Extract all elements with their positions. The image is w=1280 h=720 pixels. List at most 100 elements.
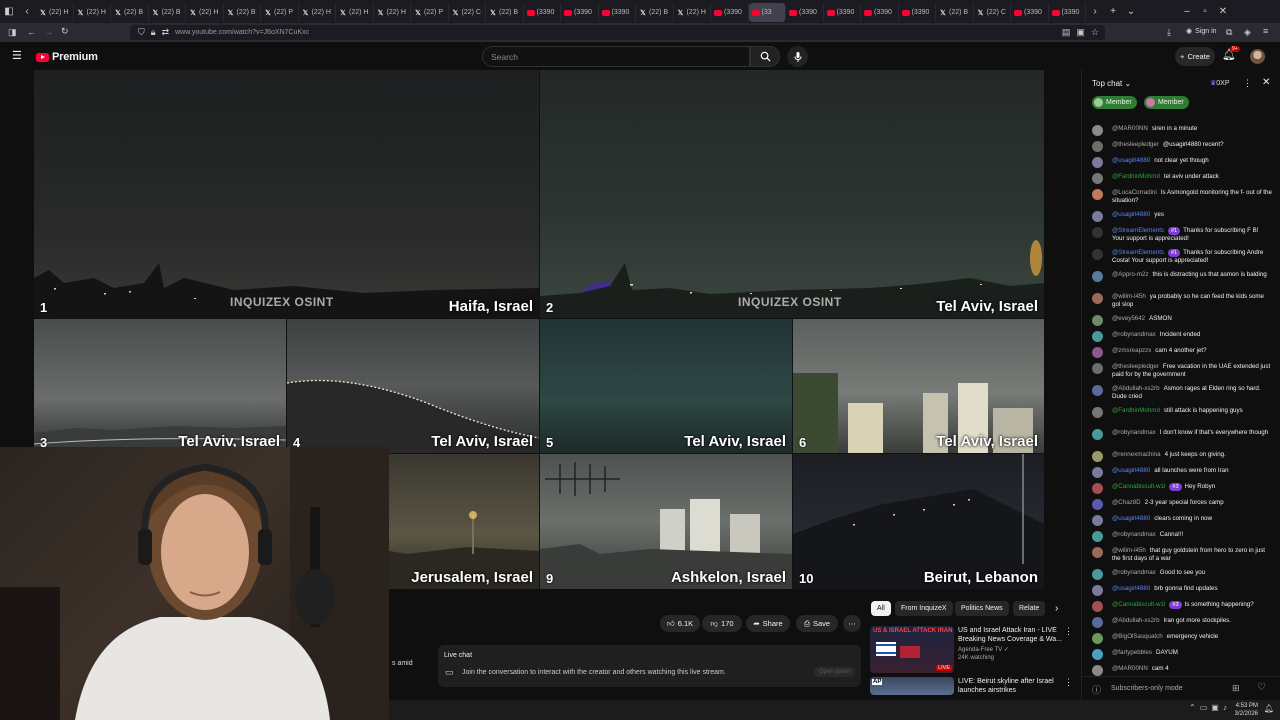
author-name[interactable]: @usagirl4880: [1112, 157, 1150, 164]
chip-politics-news[interactable]: Politics News: [955, 601, 1009, 616]
browser-tab[interactable]: (3390: [599, 3, 636, 22]
reload-icon[interactable]: ↻: [61, 26, 69, 37]
author-name[interactable]: @thesleepledger: [1112, 141, 1159, 148]
author-name[interactable]: @StreamElements: [1112, 227, 1164, 234]
minimize-icon[interactable]: –: [1178, 6, 1196, 17]
chat-message[interactable]: @thesleepledger Free vacation in the UAE …: [1092, 363, 1272, 379]
chat-message[interactable]: @Abdullah-xs2rb Asmon rages at Elden ring…: [1092, 385, 1272, 401]
author-avatar[interactable]: [1092, 347, 1103, 358]
author-name[interactable]: @Cannabiscult-w1l: [1112, 483, 1165, 490]
member-chip[interactable]: Member: [1144, 96, 1189, 109]
downloads-icon[interactable]: ⤓: [1167, 27, 1171, 38]
member-chip[interactable]: Member: [1092, 96, 1137, 109]
author-name[interactable]: @usagirl4880: [1112, 585, 1150, 592]
author-name[interactable]: @evey5642: [1112, 315, 1145, 322]
close-chat-icon[interactable]: ✕: [1262, 77, 1270, 88]
chat-message[interactable]: @rennexmachina 4 just keeps on giving.: [1092, 451, 1272, 462]
author-avatar[interactable]: [1092, 569, 1103, 580]
browser-tab[interactable]: 𝕏 (22) B: [111, 3, 149, 22]
author-avatar[interactable]: [1092, 499, 1103, 510]
author-name[interactable]: @BigOlSasquatch: [1112, 633, 1163, 640]
author-name[interactable]: @thesleepledger: [1112, 363, 1159, 370]
author-avatar[interactable]: [1092, 429, 1103, 440]
author-avatar[interactable]: [1092, 141, 1103, 152]
browser-tab[interactable]: 𝕏 (22) C: [449, 3, 486, 22]
search-button[interactable]: [750, 46, 780, 67]
shield-icon[interactable]: ⛉: [138, 27, 145, 38]
system-tray-icons[interactable]: ⌃▭▣♪: [1189, 703, 1231, 712]
author-name[interactable]: @MAR00NN: [1112, 665, 1148, 672]
chat-message[interactable]: @robynandmax Incident ended: [1092, 331, 1272, 342]
browser-tab[interactable]: 𝕏 (22) C: [974, 3, 1011, 22]
video-title[interactable]: LIVE: Beirut skyline after Israel launch…: [958, 677, 1066, 695]
youtube-logo[interactable]: Premium: [36, 51, 98, 63]
browser-tab[interactable]: (3390: [824, 3, 861, 22]
video-title[interactable]: US and Israel Attack Iran - LIVE Breakin…: [958, 626, 1066, 644]
author-name[interactable]: @rennexmachina: [1112, 451, 1161, 458]
clock[interactable]: 4:53 PM 3/2/2026: [1235, 702, 1258, 718]
chat-message[interactable]: @usagirl4880 brb gonna find updates: [1092, 585, 1272, 596]
browser-tab[interactable]: 𝕏 (22) B: [149, 3, 186, 22]
author-name[interactable]: @willm-l45h: [1112, 293, 1146, 300]
author-avatar[interactable]: [1092, 189, 1103, 200]
author-name[interactable]: @usagirl4880: [1112, 467, 1150, 474]
author-name[interactable]: @fartypebbles: [1112, 649, 1152, 656]
url-text[interactable]: www.youtube.com/watch?v=J6oXN7CuKxc: [175, 29, 309, 36]
info-icon[interactable]: ⓘ: [1092, 683, 1101, 696]
chat-message[interactable]: @usagirl4880 clears coming in now: [1092, 515, 1272, 526]
heart-icon[interactable]: ♡: [1257, 682, 1266, 693]
permissions-icon[interactable]: ⇄: [162, 27, 170, 38]
author-name[interactable]: @usagirl4880: [1112, 211, 1150, 218]
chip-all[interactable]: All: [871, 601, 891, 616]
author-name[interactable]: @Cannabiscult-w1l: [1112, 601, 1165, 608]
recommended-video[interactable]: US & ISRAEL ATTACK IRAN LIVE US and Isra…: [870, 626, 1075, 673]
author-avatar[interactable]: [1092, 601, 1103, 612]
tab-list-dropdown-icon[interactable]: ⌄: [1122, 6, 1140, 17]
browser-tab[interactable]: 𝕏 (22) H: [74, 3, 111, 22]
author-avatar[interactable]: [1092, 531, 1103, 542]
author-name[interactable]: @LucaCorradini: [1112, 189, 1157, 196]
gift-icon[interactable]: ⊞: [1232, 683, 1240, 694]
author-name[interactable]: @robynandmax: [1112, 331, 1156, 338]
chat-message[interactable]: @MAR00NN siren in a minute: [1092, 125, 1272, 136]
chat-more-icon[interactable]: ⋮: [1243, 78, 1252, 89]
browser-tab[interactable]: (3390: [899, 3, 936, 22]
author-avatar[interactable]: [1092, 157, 1103, 168]
address-bar[interactable]: ⛉ 🔒︎ ⇄ www.youtube.com/watch?v=J6oXN7CuK…: [130, 25, 1105, 40]
sidebar-toggle-icon[interactable]: ◨: [8, 27, 17, 38]
chat-message[interactable]: @usagirl4880 yes: [1092, 211, 1272, 222]
author-avatar[interactable]: [1092, 249, 1103, 260]
chat-message[interactable]: @Cannabiscult-w1l #3 Hey Robyn: [1092, 483, 1272, 494]
sign-in-button[interactable]: ◉ Sign in: [1186, 27, 1217, 36]
chat-message[interactable]: @Cannabiscult-w1l #3 Is something happenin…: [1092, 601, 1272, 612]
author-avatar[interactable]: [1092, 483, 1103, 494]
author-avatar[interactable]: [1092, 125, 1103, 136]
chat-message[interactable]: @BigOlSasquatch emergency vehicle: [1092, 633, 1272, 644]
chat-message[interactable]: @zmsreapzzx cam 4 another jet?: [1092, 347, 1272, 358]
points-indicator[interactable]: ♛0XP: [1210, 79, 1230, 87]
author-avatar[interactable]: [1092, 407, 1103, 418]
like-button[interactable]: 👍︎ 6.1K: [660, 615, 700, 632]
author-name[interactable]: @zmsreapzzx: [1112, 347, 1151, 354]
chip-from-channel[interactable]: From InquizeX: [895, 601, 953, 616]
browser-tab[interactable]: (3390: [1049, 3, 1086, 22]
browser-tab[interactable]: (33: [748, 3, 786, 22]
author-avatar[interactable]: [1092, 227, 1103, 238]
browser-tab[interactable]: 𝕏 (22) B: [224, 3, 261, 22]
chat-message[interactable]: @evey5642 ASMON: [1092, 315, 1272, 326]
dislike-button[interactable]: 👎︎ 170: [702, 615, 742, 632]
more-actions-button[interactable]: ⋯: [843, 615, 861, 632]
author-name[interactable]: @Abdullah-xs2rb: [1112, 617, 1160, 624]
bookmark-star-icon[interactable]: ☆: [1091, 27, 1099, 38]
screenshot-icon[interactable]: ▣: [1076, 27, 1085, 38]
author-avatar[interactable]: [1092, 293, 1103, 304]
chat-message[interactable]: @robynandmax I don't know if that's every…: [1092, 429, 1272, 440]
author-name[interactable]: @FardhinMohmd: [1112, 173, 1160, 180]
tab-scroll-left-icon[interactable]: ‹: [18, 6, 36, 17]
maximize-icon[interactable]: ▫: [1196, 6, 1214, 17]
author-avatar[interactable]: [1092, 633, 1103, 644]
browser-tab[interactable]: 𝕏 (22) H: [374, 3, 411, 22]
chat-message[interactable]: @FardhinMohmd still attack is happening g…: [1092, 407, 1272, 418]
forward-icon[interactable]: →: [44, 27, 53, 37]
browser-tab[interactable]: (3390: [711, 3, 749, 22]
